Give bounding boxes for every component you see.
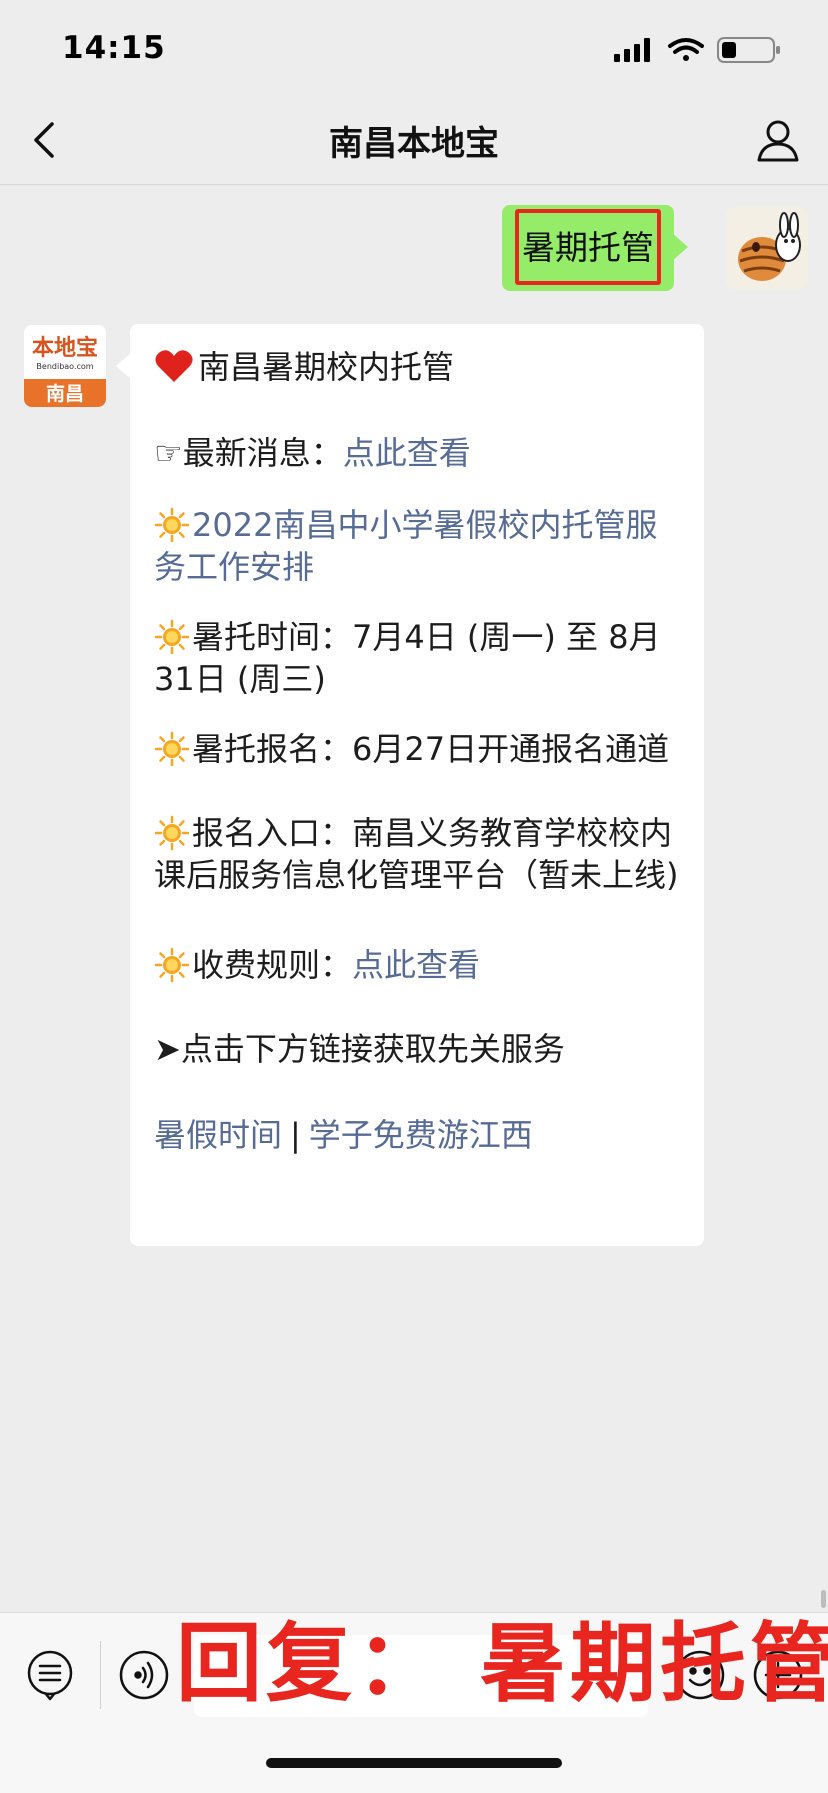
- message-title: 南昌暑期校内托管: [198, 348, 455, 386]
- heart-icon: [155, 350, 193, 382]
- fee-link[interactable]: 点此查看: [352, 946, 480, 984]
- latest-news-link[interactable]: 点此查看: [343, 434, 471, 472]
- home-indicator[interactable]: [266, 1758, 562, 1768]
- footer-links-line: 暑假时间 | 学子免费游江西: [154, 1114, 686, 1156]
- time-text: 暑托时间：7月4日 (周一) 至 8月31日 (周三): [154, 618, 661, 698]
- reply-instruction-overlay: 回复： 暑期托管: [176, 1614, 828, 1714]
- fee-label: 收费规则：: [192, 946, 353, 984]
- footer-link-summer-time[interactable]: 暑假时间: [154, 1116, 282, 1154]
- more-services-line: ➤点击下方链接获取先关服务: [154, 1030, 565, 1068]
- voice-icon[interactable]: [118, 1649, 170, 1701]
- status-icons: [614, 36, 794, 64]
- sun-icon: [154, 619, 190, 655]
- scrollbar[interactable]: [821, 1590, 826, 1608]
- sent-message-row: 暑期托管: [108, 205, 808, 291]
- menu-icon[interactable]: [24, 1649, 76, 1701]
- bot-avatar-domain: Bendibao.com: [36, 362, 93, 371]
- sun-icon: [154, 947, 190, 983]
- chat-title: 南昌本地宝: [329, 124, 499, 164]
- my-avatar[interactable]: [726, 207, 808, 289]
- notice-line: 2022南昌中小学暑假校内托管服务工作安排: [154, 504, 686, 588]
- latest-news-line: ☞最新消息：点此查看: [154, 432, 686, 474]
- entry-text: 报名入口：南昌义务教育学校校内课后服务信息化管理平台（暂未上线): [154, 814, 679, 894]
- footer-link-free-travel[interactable]: 学子免费游江西: [309, 1116, 533, 1154]
- footer-separator: |: [290, 1116, 301, 1154]
- signup-line: 暑托报名：6月27日开通报名通道: [154, 728, 686, 770]
- received-message-bubble: 南昌暑期校内托管 ☞最新消息：点此查看 2022南昌中小学暑假校内托管服务工作安…: [116, 324, 704, 1246]
- notice-link[interactable]: 2022南昌中小学暑假校内托管服务工作安排: [154, 506, 657, 586]
- sun-icon: [154, 731, 190, 767]
- entry-line: 报名入口：南昌义务教育学校校内课后服务信息化管理平台（暂未上线): [154, 812, 686, 896]
- wifi-icon: [668, 38, 704, 61]
- bot-avatar-city: 南昌: [46, 383, 84, 405]
- sent-message-bubble[interactable]: 暑期托管: [502, 205, 688, 291]
- time-line: 暑托时间：7月4日 (周一) 至 8月31日 (周三): [154, 616, 686, 700]
- sun-icon: [154, 507, 190, 543]
- fee-line: 收费规则：点此查看: [154, 944, 686, 986]
- bot-avatar-brand: 本地宝: [32, 335, 98, 361]
- status-bar: 14:15: [0, 0, 828, 96]
- battery-icon: [717, 37, 780, 63]
- sun-icon: [154, 815, 190, 851]
- toolbar-divider: [100, 1641, 101, 1709]
- profile-icon[interactable]: [754, 116, 802, 164]
- status-time: 14:15: [62, 30, 166, 66]
- signal-icon: [614, 38, 650, 62]
- highlight-box: [515, 209, 661, 285]
- nav-bar: 南昌本地宝: [0, 96, 828, 185]
- bot-avatar[interactable]: 本地宝 Bendibao.com 南昌: [24, 325, 106, 407]
- signup-text: 暑托报名：6月27日开通报名通道: [192, 730, 670, 768]
- message-title-line: 南昌暑期校内托管: [154, 346, 686, 388]
- latest-news-label: ☞最新消息：: [154, 434, 343, 472]
